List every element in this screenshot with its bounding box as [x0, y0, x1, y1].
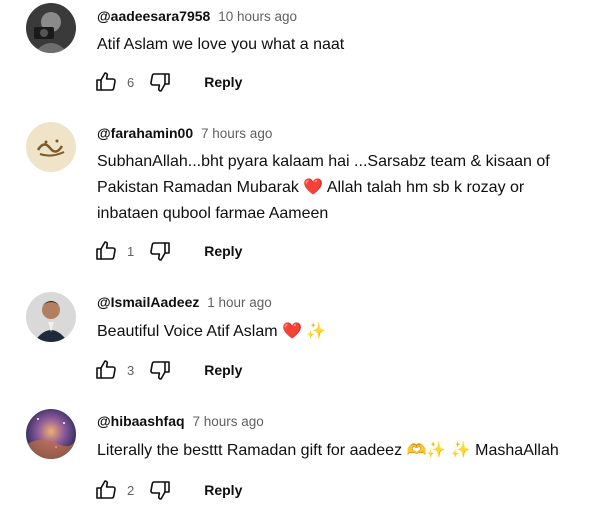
thumbs-down-icon[interactable] [148, 239, 172, 263]
reply-button[interactable]: Reply [204, 243, 242, 259]
avatar[interactable] [26, 292, 76, 342]
comment-time[interactable]: 7 hours ago [192, 414, 263, 429]
thumbs-up-icon[interactable] [94, 478, 118, 502]
comment-time[interactable]: 10 hours ago [218, 9, 297, 24]
comment-text: Beautiful Voice Atif Aslam ❤️ ✨ [97, 323, 327, 340]
avatar[interactable] [26, 409, 76, 459]
comment-text-line: SubhanAllah...bht pyara kalaam hai ...Sa… [97, 153, 550, 170]
thumbs-up-icon[interactable] [94, 239, 118, 263]
like-count: 2 [127, 482, 135, 498]
comment-author[interactable]: @hibaashfaq [97, 413, 185, 429]
comment-header: @farahamin00 7 hours ago [97, 125, 272, 141]
comment-text: Literally the besttt Ramadan gift for aa… [97, 442, 559, 459]
like-count: 6 [127, 74, 135, 90]
comment-actions: 3 Reply [94, 358, 242, 382]
comment-actions: 1 Reply [94, 239, 242, 263]
thumbs-up-icon[interactable] [94, 358, 118, 382]
reply-button[interactable]: Reply [204, 482, 242, 498]
comment-text-line: inbataen qubool farmae Aameen [97, 205, 329, 222]
comment-text-line: Pakistan Ramadan Mubarak ❤️ Allah talah … [97, 179, 525, 196]
thumbs-down-icon[interactable] [148, 70, 172, 94]
comment-time[interactable]: 1 hour ago [207, 295, 272, 310]
avatar[interactable] [26, 3, 76, 53]
avatar[interactable] [26, 122, 76, 172]
reply-button[interactable]: Reply [204, 362, 242, 378]
comment-author[interactable]: @IsmailAadeez [97, 294, 199, 310]
comment-header: @aadeesara7958 10 hours ago [97, 8, 297, 24]
comment-text: Atif Aslam we love you what a naat [97, 36, 345, 53]
thumbs-down-icon[interactable] [148, 478, 172, 502]
comment-header: @IsmailAadeez 1 hour ago [97, 294, 272, 310]
reply-button[interactable]: Reply [204, 74, 242, 90]
thumbs-up-icon[interactable] [94, 70, 118, 94]
comment-actions: 2 Reply [94, 478, 242, 502]
comment-actions: 6 Reply [94, 70, 242, 94]
thumbs-down-icon[interactable] [148, 358, 172, 382]
comment-author[interactable]: @aadeesara7958 [97, 8, 210, 24]
comment-time[interactable]: 7 hours ago [201, 126, 272, 141]
comment-header: @hibaashfaq 7 hours ago [97, 413, 264, 429]
comment-text: SubhanAllah...bht pyara kalaam hai ...Sa… [97, 149, 597, 227]
comment-author[interactable]: @farahamin00 [97, 125, 193, 141]
like-count: 1 [127, 243, 135, 259]
like-count: 3 [127, 362, 135, 378]
